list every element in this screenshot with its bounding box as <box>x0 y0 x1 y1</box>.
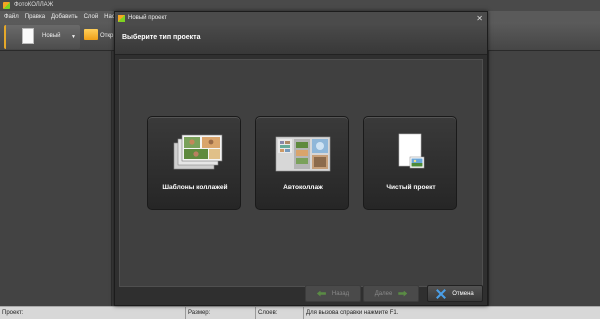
collage-templates-icon <box>173 134 223 170</box>
close-x-icon <box>436 289 446 299</box>
menu-item-layer[interactable]: Слой <box>84 14 99 20</box>
menu-item-file[interactable]: Файл <box>4 14 19 20</box>
open-label: Откр <box>100 33 114 39</box>
cancel-label: Отмена <box>452 290 474 297</box>
new-project-dialog: Новый проект ✕ Выберите тип проекта Шабл… <box>114 11 488 306</box>
dialog-title: Новый проект <box>128 15 167 21</box>
app-logo-icon <box>118 15 125 22</box>
statusbar: Проект: Размер: Слоев: Для вызова справк… <box>0 306 600 319</box>
app-title: ФотоКОЛЛАЖ <box>14 2 54 8</box>
open-button[interactable]: Откр <box>84 25 116 49</box>
new-label: Новый <box>42 33 61 39</box>
next-button[interactable]: Далее <box>363 285 419 302</box>
close-icon[interactable]: ✕ <box>476 12 483 25</box>
collage-templates-label: Шаблоны коллажей <box>162 184 228 191</box>
chevron-down-icon[interactable]: ▼ <box>71 34 76 40</box>
document-icon <box>22 28 34 44</box>
cancel-button[interactable]: Отмена <box>427 285 483 302</box>
auto-collage-label: Автоколлаж <box>283 184 323 191</box>
new-project-button[interactable]: Новый ▼ <box>4 25 80 49</box>
blank-project-icon <box>398 133 425 169</box>
status-help: Для вызова справки нажмите F1. <box>306 310 399 316</box>
back-label: Назад <box>331 290 350 297</box>
left-panel <box>0 51 112 306</box>
blank-project-card[interactable]: Чистый проект <box>363 116 457 210</box>
dialog-footer: Назад Далее Отмена <box>115 282 487 306</box>
collage-templates-card[interactable]: Шаблоны коллажей <box>147 116 241 210</box>
auto-collage-card[interactable]: Автоколлаж <box>255 116 349 210</box>
status-size: Размер: <box>186 307 256 319</box>
status-layers: Слоев: <box>256 307 304 319</box>
status-project: Проект: <box>0 307 186 319</box>
dialog-titlebar: Новый проект ✕ <box>115 12 487 25</box>
folder-icon <box>84 29 98 40</box>
app-logo-icon <box>3 2 10 9</box>
arrow-left-icon <box>316 290 326 297</box>
next-label: Далее <box>374 290 393 297</box>
menu-item-add[interactable]: Добавить <box>51 14 78 20</box>
right-panel <box>488 51 600 306</box>
project-type-area: Шаблоны коллажей Автоколлаж Чистый проек… <box>119 59 483 287</box>
blank-project-label: Чистый проект <box>386 184 436 191</box>
menu-item-edit[interactable]: Правка <box>25 14 45 20</box>
dialog-heading: Выберите тип проекта <box>122 34 201 41</box>
auto-collage-icon <box>275 136 331 172</box>
arrow-right-icon <box>398 290 408 297</box>
app-titlebar: ФотоКОЛЛАЖ <box>0 0 600 11</box>
back-button[interactable]: Назад <box>305 285 361 302</box>
dialog-header: Выберите тип проекта <box>115 25 487 55</box>
